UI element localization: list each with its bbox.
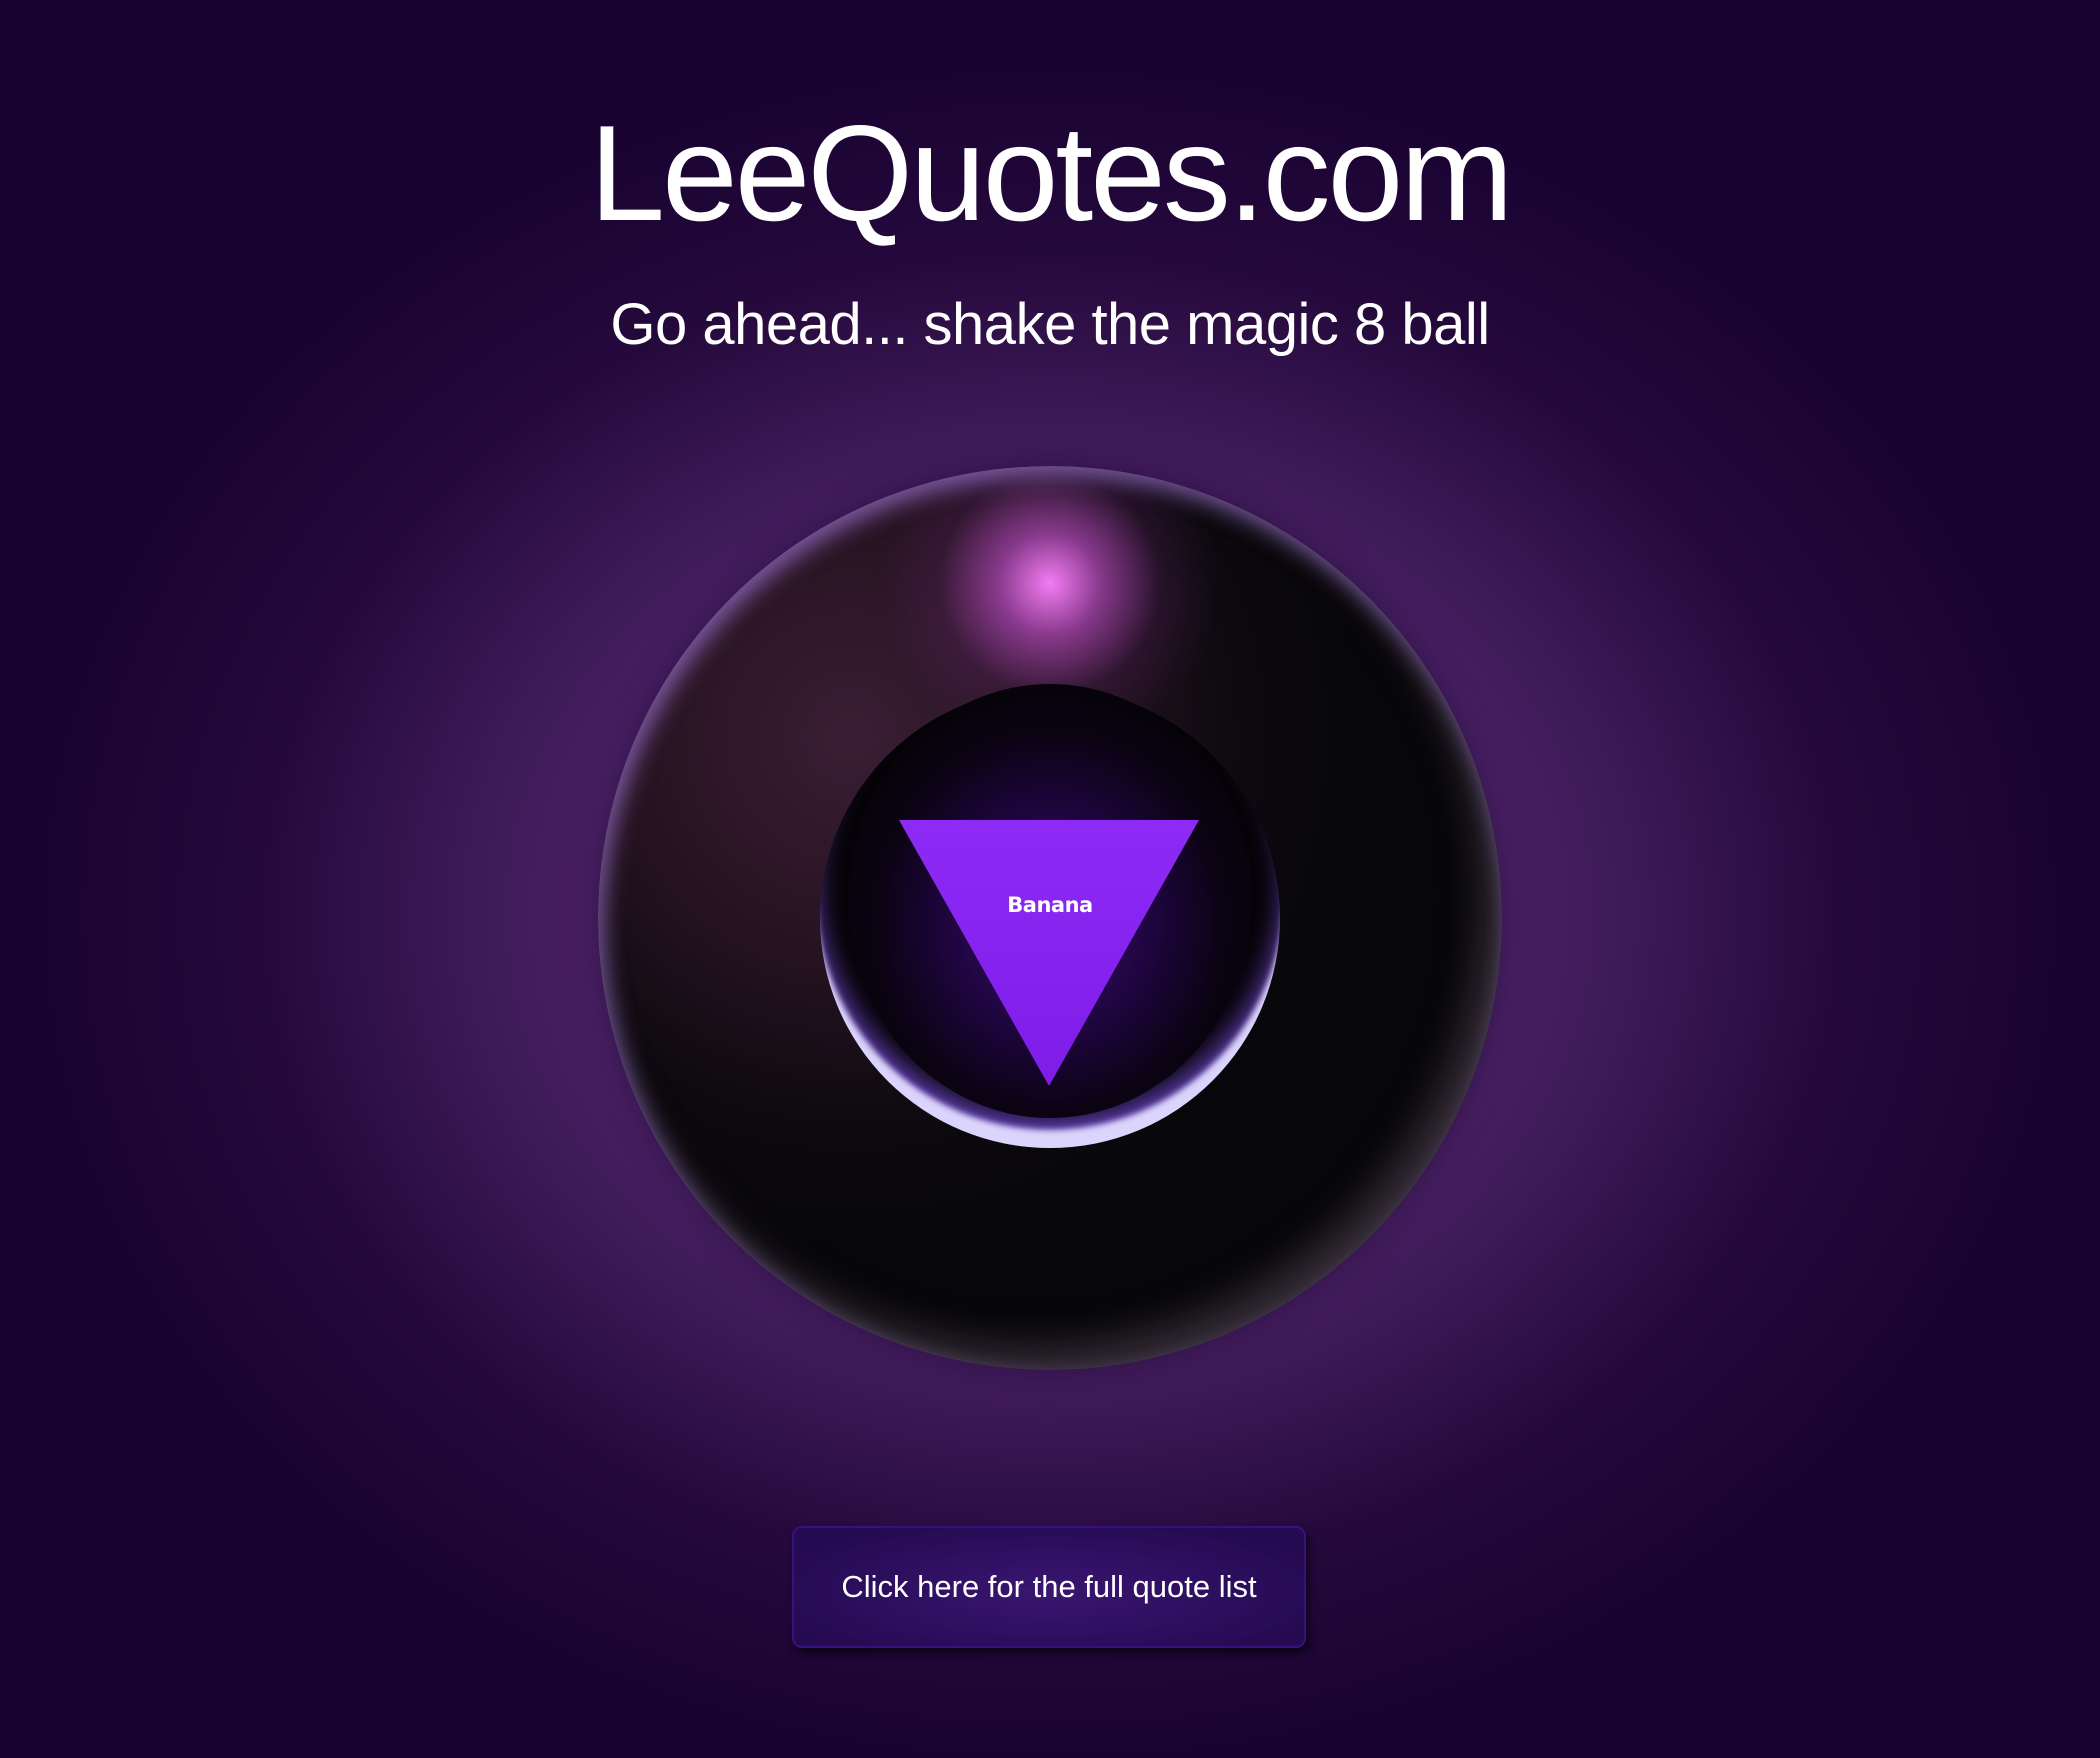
full-quote-list-label: Click here for the full quote list: [841, 1569, 1257, 1604]
full-quote-list-button[interactable]: Click here for the full quote list: [792, 1526, 1306, 1648]
site-title: LeeQuotes.com: [589, 97, 1513, 249]
magic-8-ball[interactable]: Banana: [598, 466, 1502, 1370]
page-subtitle: Go ahead... shake the magic 8 ball: [610, 292, 1490, 357]
ball-answer-text: Banana: [1007, 893, 1093, 917]
